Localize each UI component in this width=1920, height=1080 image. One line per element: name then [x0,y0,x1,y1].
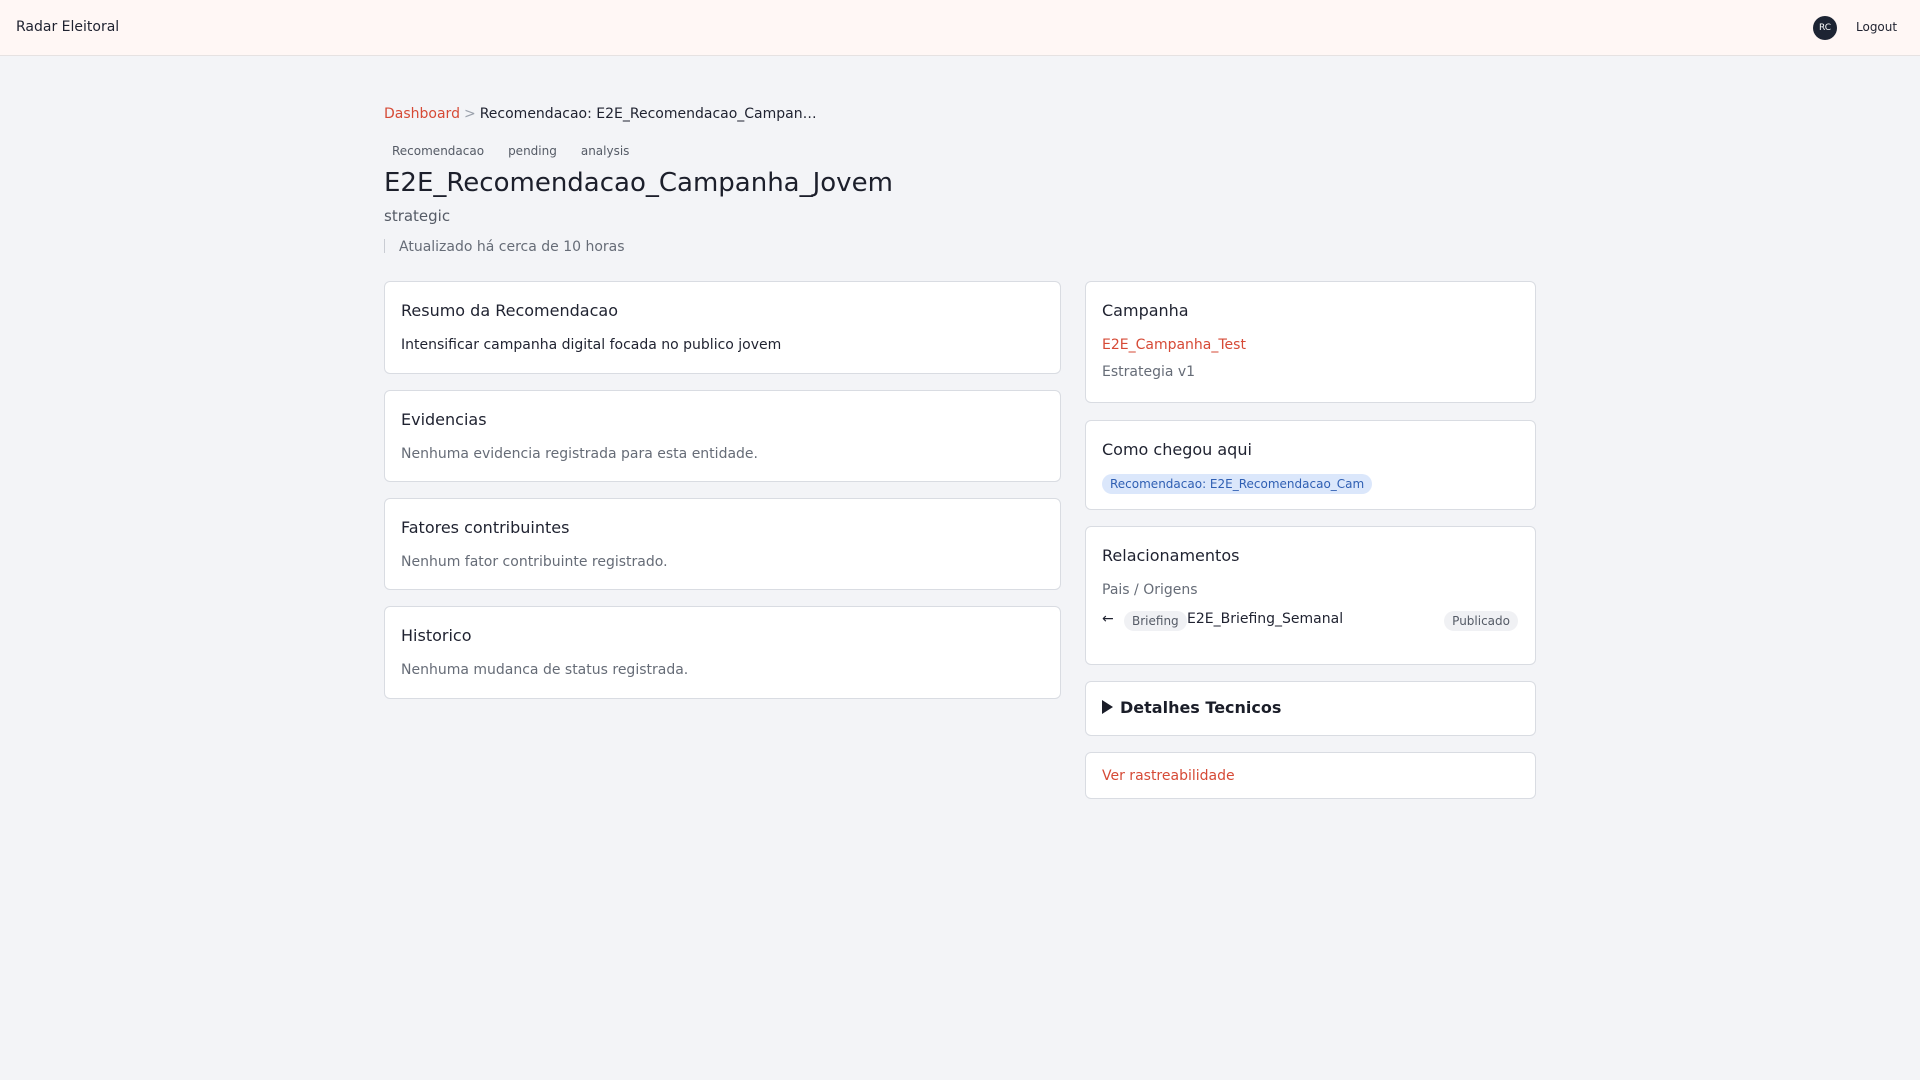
origin-card-title: Como chegou aqui [1102,440,1252,459]
relation-type-chip: Briefing [1124,611,1187,631]
origin-card: Como chegou aqui Recomendacao: E2E_Recom… [1085,420,1536,510]
factors-card-title: Fatores contribuintes [401,518,570,537]
breadcrumb-dashboard-link[interactable]: Dashboard [384,106,460,122]
traceability-card: Ver rastreabilidade [1085,752,1536,799]
tag-category: analysis [580,144,630,158]
technical-details-label: Detalhes Tecnicos [1120,698,1282,717]
tag-status: pending [508,144,557,158]
relations-card-title: Relacionamentos [1102,546,1240,565]
updated-timestamp: Atualizado há cerca de 10 horas [384,239,625,255]
relations-card: Relacionamentos Pais / Origens ← Briefin… [1085,526,1536,665]
relation-status-badge: Publicado [1444,611,1518,631]
origin-chip[interactable]: Recomendacao: E2E_Recomendacao_Cam [1102,474,1373,494]
breadcrumb: Dashboard > Recomendacao: E2E_Recomendacao… [384,106,817,122]
updated-text: Atualizado há cerca de 10 horas [399,239,625,255]
page-subtitle: strategic [384,207,451,225]
logout-button[interactable]: Logout [1856,20,1897,34]
campaign-card-title: Campanha [1102,301,1189,320]
arrow-left-icon: ← [1102,611,1114,627]
summary-card-title: Resumo da Recomendacao [401,301,618,320]
breadcrumb-current: Recomendacao: E2E_Recomendacao_Campan… [479,106,817,122]
evidences-empty-text: Nenhuma evidencia registrada para esta e… [401,446,758,462]
page-title: E2E_Recomendacao_Campanha_Jovem [384,168,893,198]
technical-details-toggle[interactable]: Detalhes Tecnicos [1102,698,1281,717]
summary-text: Intensificar campanha digital focada no … [401,337,782,353]
history-card-title: Historico [401,626,472,645]
timestamp-divider [384,239,385,253]
breadcrumb-separator: > [463,106,476,122]
campaign-link[interactable]: E2E_Campanha_Test [1102,337,1246,353]
relation-name-link[interactable]: E2E_Briefing_Semanal [1187,611,1343,627]
top-navbar: Radar Eleitoral RC Logout [0,0,1920,56]
campaign-card: Campanha E2E_Campanha_Test Estrategia v1 [1085,281,1536,403]
entity-tags: Recomendacao pending analysis [384,144,645,158]
history-card: Historico Nenhuma mudanca de status regi… [384,606,1061,699]
tag-type: Recomendacao [392,144,485,158]
evidences-card-title: Evidencias [401,410,487,429]
history-empty-text: Nenhuma mudanca de status registrada. [401,662,689,678]
caret-right-icon [1102,700,1113,714]
technical-details-card: Detalhes Tecnicos [1085,681,1536,736]
relations-section-label: Pais / Origens [1102,582,1198,598]
factors-card: Fatores contribuintes Nenhum fator contr… [384,498,1061,590]
evidences-card: Evidencias Nenhuma evidencia registrada … [384,390,1061,482]
relation-row[interactable]: ← Briefing E2E_Briefing_Semanal Publicad… [1102,610,1518,632]
brand-name[interactable]: Radar Eleitoral [16,19,119,35]
factors-empty-text: Nenhum fator contribuinte registrado. [401,554,668,570]
traceability-link[interactable]: Ver rastreabilidade [1102,768,1235,784]
campaign-strategy: Estrategia v1 [1102,364,1196,380]
user-avatar[interactable]: RC [1813,16,1837,40]
summary-card: Resumo da Recomendacao Intensificar camp… [384,281,1061,374]
